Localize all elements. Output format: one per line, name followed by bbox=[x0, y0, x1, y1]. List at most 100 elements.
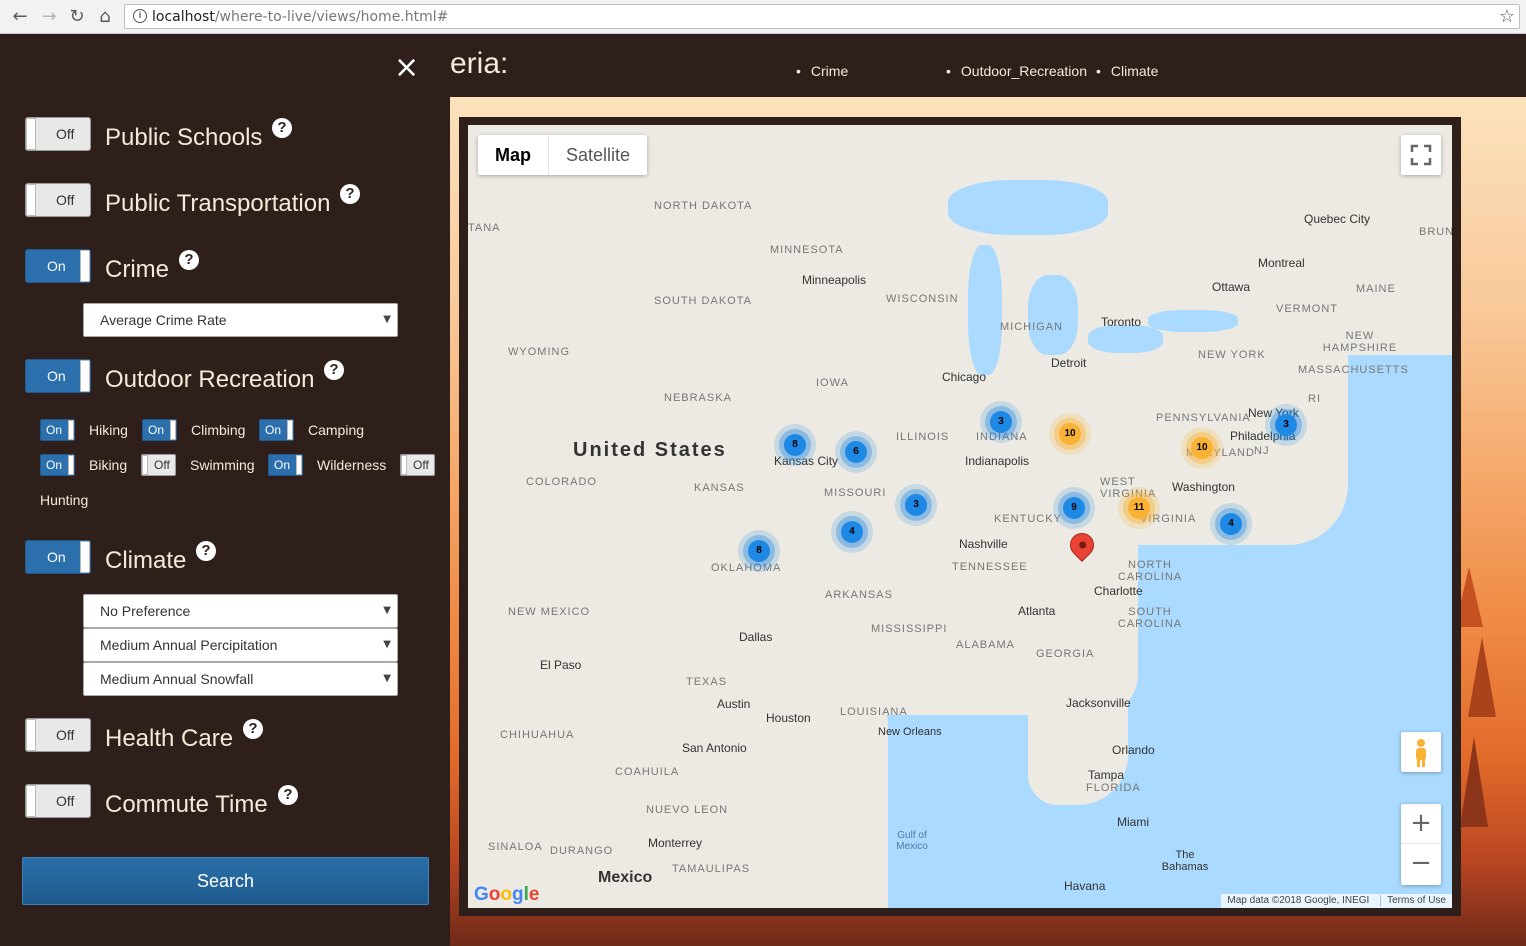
toggle-knob bbox=[80, 250, 90, 282]
google-logo-g2: g bbox=[512, 884, 524, 905]
toggle-knob bbox=[401, 455, 407, 475]
wilderness-toggle[interactable]: On bbox=[268, 454, 303, 476]
home-icon[interactable]: ⌂ bbox=[93, 5, 117, 29]
reload-icon[interactable]: ↻ bbox=[65, 5, 89, 29]
city-label: Toronto bbox=[1101, 315, 1142, 329]
map-cluster[interactable]: 10 bbox=[1059, 423, 1081, 445]
lake bbox=[968, 245, 1002, 375]
health-care-help-icon[interactable]: ? bbox=[243, 719, 263, 739]
city-label: Nashville bbox=[959, 537, 1008, 551]
climate-precipitation-select[interactable]: Medium Annual Percipitation ▼ bbox=[83, 628, 398, 662]
camping-toggle[interactable]: On bbox=[259, 419, 294, 441]
state-label: TAMAULIPAS bbox=[672, 863, 751, 875]
outdoor-recreation-label: Outdoor Recreation bbox=[105, 366, 315, 393]
map-cluster[interactable]: 8 bbox=[748, 540, 770, 562]
criteria-title: eria: bbox=[450, 47, 509, 80]
climate-label: Climate bbox=[105, 547, 187, 574]
forward-icon[interactable]: → bbox=[37, 5, 61, 29]
crime-rate-select[interactable]: Average Crime Rate ▼ bbox=[83, 303, 398, 337]
hiking-label: Hiking bbox=[89, 422, 128, 438]
state-label: NUEVO LEON bbox=[646, 804, 729, 816]
state-label: KENTUCKY bbox=[994, 513, 1062, 525]
map-cluster[interactable]: 6 bbox=[845, 441, 867, 463]
public-transportation-toggle[interactable]: Off bbox=[25, 183, 91, 217]
swimming-toggle[interactable]: Off bbox=[141, 454, 176, 476]
commute-time-help-icon[interactable]: ? bbox=[278, 785, 298, 805]
address-bar[interactable]: i localhost/where-to-live/views/home.htm… bbox=[124, 4, 1520, 29]
city-label: Miami bbox=[1117, 815, 1149, 829]
health-care-toggle[interactable]: Off bbox=[25, 718, 91, 752]
fullscreen-button[interactable] bbox=[1401, 135, 1441, 175]
tree-decoration bbox=[1460, 737, 1488, 827]
city-label: Detroit bbox=[1051, 356, 1087, 370]
map-cluster[interactable]: 4 bbox=[1220, 513, 1242, 535]
map-cluster[interactable]: 3 bbox=[905, 494, 927, 516]
toggle-knob bbox=[26, 785, 36, 817]
climate-toggle[interactable]: On bbox=[25, 540, 91, 574]
chevron-down-icon: ▼ bbox=[383, 639, 391, 650]
map-cluster[interactable]: 11 bbox=[1128, 497, 1150, 519]
climate-help-icon[interactable]: ? bbox=[196, 541, 216, 561]
close-sidebar-button[interactable]: × bbox=[394, 53, 419, 83]
select-value: Medium Annual Snowfall bbox=[100, 671, 254, 687]
map-cluster[interactable]: 3 bbox=[990, 411, 1012, 433]
lake bbox=[1148, 310, 1238, 332]
city-label: Houston bbox=[766, 711, 811, 725]
hunting-label: Hunting bbox=[40, 492, 89, 508]
map-cluster[interactable]: 8 bbox=[784, 434, 806, 456]
city-label: Washington bbox=[1172, 480, 1235, 494]
city-label: Havana bbox=[1064, 879, 1106, 893]
state-label: NEW HAMPSHIRE bbox=[1322, 330, 1398, 354]
map-type-map-button[interactable]: Map bbox=[478, 135, 549, 175]
search-button[interactable]: Search bbox=[22, 857, 429, 905]
state-label: VIRGINIA bbox=[1140, 513, 1197, 525]
toggle-knob bbox=[26, 184, 36, 216]
climate-snowfall-select[interactable]: Medium Annual Snowfall ▼ bbox=[83, 662, 398, 696]
state-label: SINALOA bbox=[488, 841, 543, 853]
fullscreen-icon bbox=[1410, 144, 1432, 166]
city-label: Quebec City bbox=[1304, 212, 1371, 226]
city-label: Jacksonville bbox=[1066, 696, 1131, 710]
crime-help-icon[interactable]: ? bbox=[179, 250, 199, 270]
map-cluster[interactable]: 10 bbox=[1191, 437, 1213, 459]
state-label: TENNESSEE bbox=[952, 561, 1028, 573]
map-cluster[interactable]: 3 bbox=[1275, 414, 1297, 436]
zoom-in-button[interactable]: + bbox=[1401, 804, 1441, 844]
city-label: Charlotte bbox=[1094, 584, 1143, 598]
public-transportation-help-icon[interactable]: ? bbox=[340, 184, 360, 204]
map-type-satellite-button[interactable]: Satellite bbox=[549, 135, 647, 175]
map-cluster[interactable]: 9 bbox=[1063, 497, 1085, 519]
crime-toggle[interactable]: On bbox=[25, 249, 91, 283]
city-label: New Orleans bbox=[878, 726, 942, 738]
climbing-toggle[interactable]: On bbox=[142, 419, 177, 441]
street-view-pegman-button[interactable] bbox=[1401, 732, 1441, 772]
back-icon[interactable]: ← bbox=[8, 5, 32, 29]
map-cluster[interactable]: 4 bbox=[841, 521, 863, 543]
biking-toggle[interactable]: On bbox=[40, 454, 75, 476]
map[interactable]: NORTH DAKOTA MINNESOTA SOUTH DAKOTA WISC… bbox=[468, 125, 1452, 908]
public-schools-toggle[interactable]: Off bbox=[25, 117, 91, 151]
state-label: MICHIGAN bbox=[1000, 321, 1063, 333]
state-label: MINNESOTA bbox=[770, 244, 844, 256]
terms-of-use-link[interactable]: Terms of Use bbox=[1380, 895, 1446, 906]
google-logo[interactable]: Google bbox=[474, 884, 539, 906]
water-label: Gulf of Mexico bbox=[896, 830, 928, 852]
city-label: The Bahamas bbox=[1161, 849, 1209, 873]
outdoor-recreation-help-icon[interactable]: ? bbox=[324, 360, 344, 380]
hiking-toggle[interactable]: On bbox=[40, 419, 75, 441]
info-icon[interactable]: i bbox=[133, 9, 147, 23]
state-label: MAINE bbox=[1356, 283, 1396, 295]
commute-time-toggle[interactable]: Off bbox=[25, 784, 91, 818]
climate-temperature-select[interactable]: No Preference ▼ bbox=[83, 594, 398, 628]
zoom-out-button[interactable]: − bbox=[1401, 844, 1441, 884]
outdoor-recreation-toggle[interactable]: On bbox=[25, 359, 91, 393]
state-label: LOUISIANA bbox=[840, 706, 908, 718]
url-text[interactable]: localhost/where-to-live/views/home.html# bbox=[152, 9, 448, 25]
state-label: ARKANSAS bbox=[825, 589, 893, 601]
public-schools-help-icon[interactable]: ? bbox=[272, 118, 292, 138]
state-label: ILLINOIS bbox=[896, 431, 950, 443]
bookmark-star-icon[interactable]: ☆ bbox=[1499, 6, 1515, 27]
hunting-toggle[interactable]: Off bbox=[400, 454, 435, 476]
state-label: WISCONSIN bbox=[886, 293, 959, 305]
toggle-knob bbox=[26, 118, 36, 150]
